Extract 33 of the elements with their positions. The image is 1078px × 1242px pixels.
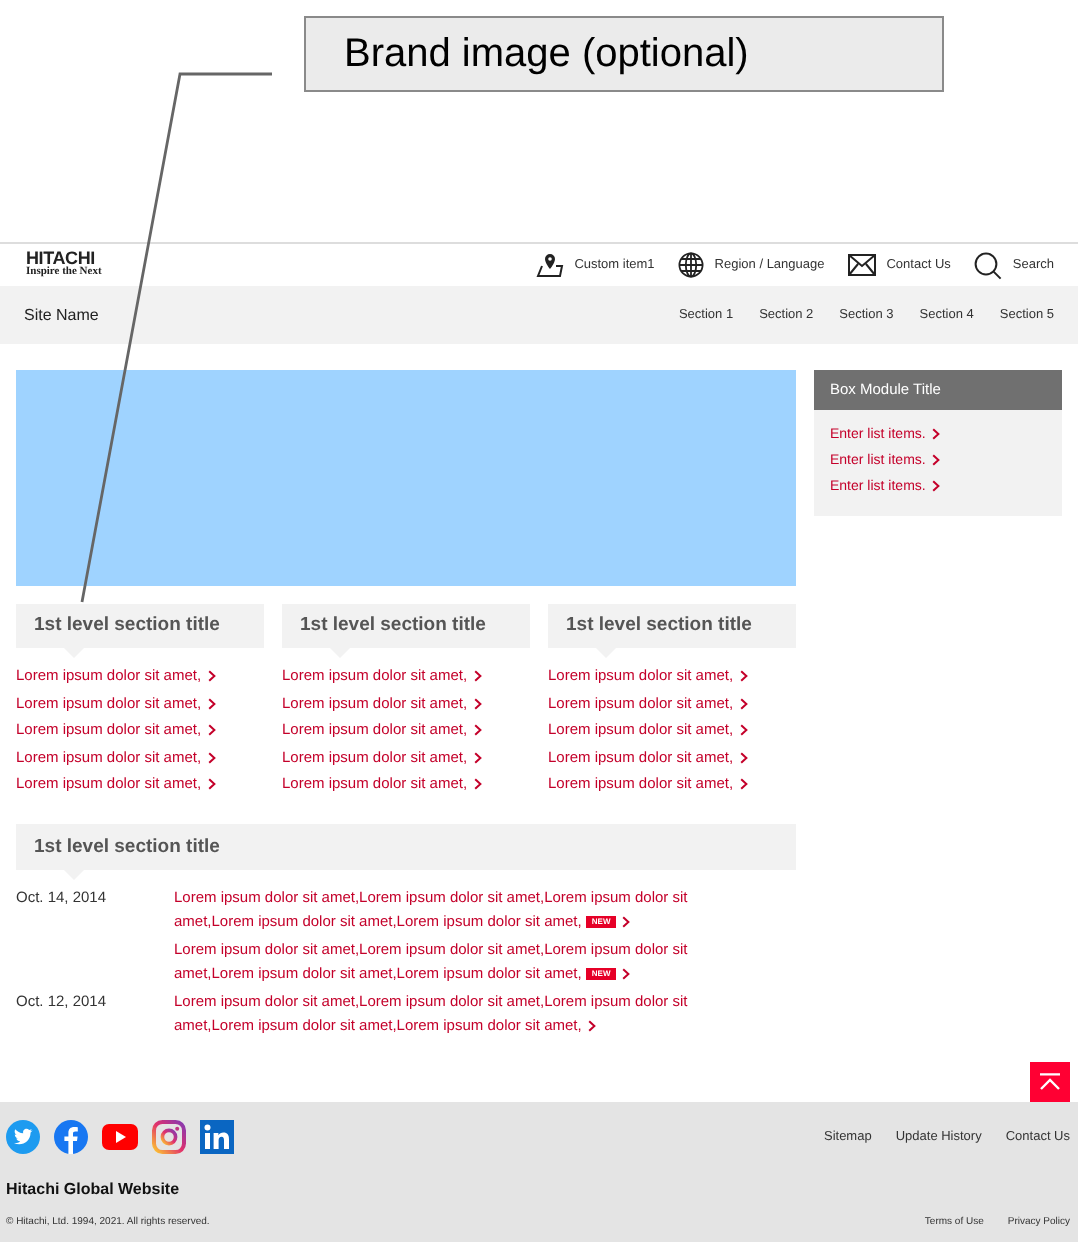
site-name[interactable]: Site Name <box>24 303 99 327</box>
chevron-icon <box>207 751 216 763</box>
chevron-icon <box>622 968 631 981</box>
chevron-icon <box>739 697 748 709</box>
globe-icon <box>678 252 705 278</box>
chevron-icon <box>207 697 216 709</box>
youtube-icon[interactable] <box>102 1124 138 1150</box>
facebook-icon[interactable] <box>54 1120 88 1154</box>
chevron-icon <box>473 670 482 682</box>
arrow-up-icon <box>1038 1072 1062 1092</box>
chevron-icon <box>739 778 748 790</box>
map-pin-icon <box>536 252 565 278</box>
envelope-icon <box>848 254 877 276</box>
chevron-icon <box>473 697 482 709</box>
logo-wordmark[interactable]: HITACHI <box>26 250 102 269</box>
chevron-icon <box>587 1020 596 1033</box>
chevron-icon <box>473 751 482 763</box>
back-to-top-button[interactable] <box>1030 1062 1070 1102</box>
chevron-icon <box>739 751 748 763</box>
twitter-icon[interactable] <box>6 1120 40 1154</box>
linkedin-icon[interactable] <box>200 1120 234 1154</box>
footer-site-title[interactable]: Hitachi Global Website <box>0 1178 1078 1202</box>
chevron-icon <box>473 778 482 790</box>
chevron-icon <box>473 724 482 736</box>
search-icon <box>974 251 1003 279</box>
chevron-icon <box>739 670 748 682</box>
chevron-icon <box>739 724 748 736</box>
chevron-icon <box>207 778 216 790</box>
chevron-icon <box>622 916 631 929</box>
chevron-icon <box>207 670 216 682</box>
chevron-icon <box>207 724 216 736</box>
instagram-icon[interactable] <box>152 1120 186 1154</box>
callout-label: Brand image (optional) <box>304 16 944 92</box>
